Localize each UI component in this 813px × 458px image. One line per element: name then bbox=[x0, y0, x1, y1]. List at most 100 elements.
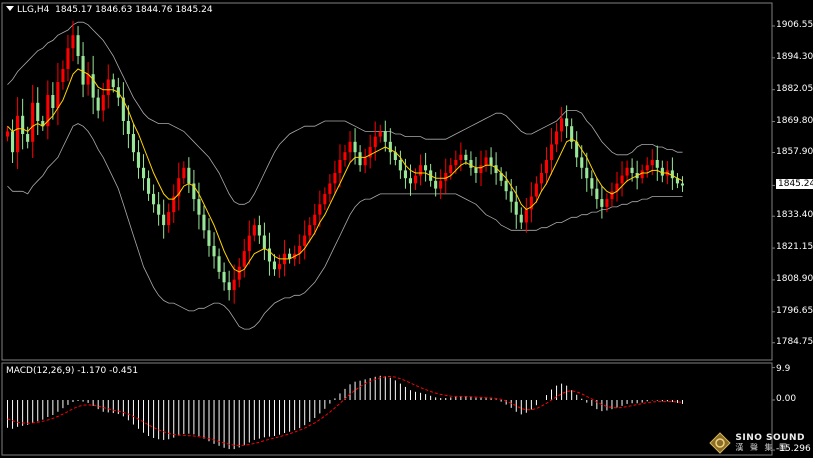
candle bbox=[303, 220, 307, 260]
candle bbox=[298, 234, 302, 265]
price-tick-label: 1833.40 bbox=[776, 210, 813, 221]
candle bbox=[529, 182, 533, 223]
candle bbox=[434, 172, 438, 197]
main-panel-frame bbox=[1, 2, 773, 361]
dropdown-triangle-icon[interactable] bbox=[6, 6, 14, 11]
price-tick-label: 1796.65 bbox=[776, 305, 813, 316]
candle bbox=[157, 192, 161, 226]
candle bbox=[197, 182, 201, 230]
candle bbox=[539, 163, 543, 192]
last-price-label: 1845.24 bbox=[776, 179, 813, 190]
candle bbox=[21, 98, 25, 150]
candle bbox=[61, 60, 65, 90]
candle bbox=[670, 157, 674, 190]
candle bbox=[373, 121, 377, 161]
candle bbox=[192, 169, 196, 212]
candle bbox=[555, 122, 559, 153]
candle bbox=[106, 64, 110, 109]
candle bbox=[36, 87, 40, 136]
candle bbox=[147, 170, 151, 201]
candle bbox=[348, 131, 352, 162]
candle bbox=[499, 167, 503, 187]
candle bbox=[207, 218, 211, 257]
ohlc-values: 1845.17 1846.63 1844.76 1845.24 bbox=[55, 5, 213, 15]
candle bbox=[262, 222, 266, 261]
price-tick-label: 1882.05 bbox=[776, 83, 813, 94]
candle bbox=[393, 146, 397, 166]
candle bbox=[16, 97, 20, 170]
candle bbox=[81, 42, 85, 98]
candle bbox=[575, 131, 579, 168]
candle bbox=[222, 262, 226, 291]
candle bbox=[444, 158, 448, 194]
candle bbox=[267, 232, 271, 276]
macd-tick-label: 0.00 bbox=[776, 394, 797, 404]
candle bbox=[142, 154, 146, 191]
candle bbox=[645, 157, 649, 178]
candle bbox=[247, 220, 251, 265]
candle bbox=[368, 134, 372, 169]
candle bbox=[323, 187, 327, 211]
candle bbox=[237, 258, 241, 288]
candle bbox=[570, 118, 574, 149]
candle bbox=[96, 89, 100, 119]
price-tick-label: 1906.55 bbox=[776, 19, 813, 30]
macd-panel-frame bbox=[1, 362, 773, 456]
candle bbox=[202, 205, 206, 239]
candlesticks bbox=[6, 20, 684, 304]
candle bbox=[136, 140, 140, 179]
candle bbox=[504, 171, 508, 200]
candle bbox=[484, 150, 488, 172]
candle bbox=[343, 144, 347, 167]
candle bbox=[76, 26, 80, 65]
candle bbox=[31, 84, 35, 158]
candle bbox=[182, 161, 186, 185]
candle bbox=[595, 177, 599, 209]
candle bbox=[439, 169, 443, 200]
candle bbox=[398, 150, 402, 179]
candle bbox=[257, 215, 261, 244]
candle bbox=[41, 115, 45, 131]
candle bbox=[283, 240, 287, 277]
symbol-label: LLG,H4 bbox=[17, 5, 50, 15]
candle bbox=[600, 186, 604, 219]
candle bbox=[167, 203, 171, 233]
candle bbox=[162, 199, 166, 239]
candle bbox=[675, 173, 679, 189]
candle bbox=[227, 270, 231, 301]
price-tick-label: 1894.30 bbox=[776, 51, 813, 62]
candle bbox=[388, 128, 392, 165]
candle bbox=[56, 63, 60, 126]
candle bbox=[217, 248, 221, 279]
candle bbox=[252, 218, 256, 242]
candle bbox=[121, 82, 125, 135]
candle bbox=[419, 154, 423, 186]
macd-tick-label: 9.9 bbox=[776, 364, 791, 374]
price-tick-label: 1821.15 bbox=[776, 242, 813, 253]
candle bbox=[550, 128, 554, 175]
candle bbox=[479, 150, 483, 187]
candle bbox=[590, 170, 594, 196]
candle bbox=[242, 238, 246, 278]
candle bbox=[131, 124, 135, 162]
price-chart bbox=[1, 2, 775, 456]
candle bbox=[91, 55, 95, 115]
candle bbox=[66, 34, 70, 82]
candle bbox=[187, 157, 191, 194]
candle bbox=[232, 264, 236, 304]
macd-header: MACD(12,26,9) -1.170 -0.451 bbox=[6, 366, 139, 376]
logo-text-en: SINO SOUND bbox=[735, 433, 805, 443]
chart-header: LLG,H4 1845.17 1846.63 1844.76 1845.24 bbox=[6, 5, 213, 15]
candle bbox=[6, 126, 10, 142]
macd-histogram bbox=[7, 375, 683, 450]
candle bbox=[152, 184, 156, 213]
candle bbox=[86, 61, 90, 96]
price-tick-label: 1784.75 bbox=[776, 336, 813, 347]
candle bbox=[560, 106, 564, 142]
candle bbox=[424, 152, 428, 182]
price-tick-label: 1857.90 bbox=[776, 146, 813, 157]
candle bbox=[414, 168, 418, 191]
candle bbox=[474, 156, 478, 183]
candle bbox=[620, 161, 624, 197]
candle bbox=[172, 184, 176, 223]
